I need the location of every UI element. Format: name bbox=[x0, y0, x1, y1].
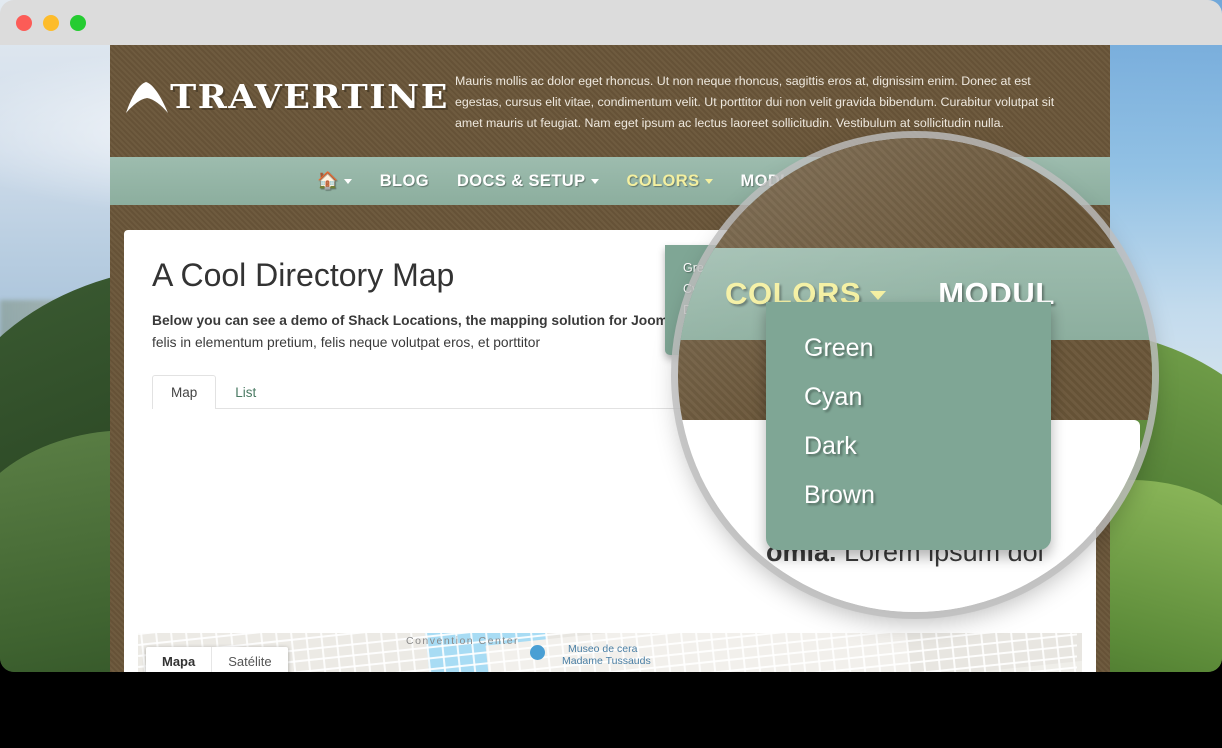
chevron-down-icon bbox=[870, 291, 887, 301]
window-controls bbox=[16, 15, 86, 31]
map-label: Convention Center bbox=[406, 635, 520, 647]
map-label: Museo de cera bbox=[568, 643, 638, 655]
map-type-mapa[interactable]: Mapa bbox=[146, 647, 211, 672]
magnified-dropdown-item-dark[interactable]: Dark bbox=[766, 422, 1051, 471]
mountain-logo-icon bbox=[126, 81, 168, 113]
zoom-button[interactable] bbox=[70, 15, 86, 31]
tab-map[interactable]: Map bbox=[152, 375, 217, 410]
tab-list[interactable]: List bbox=[216, 375, 275, 409]
nav-item-blog[interactable]: BLOG bbox=[366, 157, 443, 205]
map-type-satelite[interactable]: Satélite bbox=[211, 647, 287, 672]
site-logo-text: TRAVERTINE bbox=[170, 77, 450, 116]
map-label: Madame Tussauds bbox=[562, 655, 651, 667]
chevron-down-icon bbox=[590, 179, 599, 185]
chevron-down-icon bbox=[678, 291, 681, 301]
minimize-button[interactable] bbox=[43, 15, 59, 31]
magnifier-lens: COLORS MODUL omla. Lorem ipsum dol Green… bbox=[678, 138, 1152, 612]
nav-label-docs-setup: DOCS & SETUP bbox=[456, 172, 586, 190]
screenshot-stage: TRAVERTINE Mauris mollis ac dolor eget r… bbox=[0, 0, 1222, 748]
chevron-down-icon bbox=[343, 179, 352, 185]
home-icon: 🏠 bbox=[317, 171, 339, 190]
magnifier-content: COLORS MODUL omla. Lorem ipsum dol Green… bbox=[678, 138, 1152, 612]
page-intro-bold: Below you can see a demo of Shack Locati… bbox=[152, 313, 684, 329]
magnified-header-band bbox=[678, 138, 1152, 250]
magnified-dropdown: Green Cyan Dark Brown bbox=[766, 302, 1051, 550]
nav-item-docs-setup[interactable]: DOCS & SETUP bbox=[443, 157, 613, 205]
site-logo[interactable]: TRAVERTINE bbox=[124, 77, 447, 116]
google-map[interactable]: Mapa Satélite Convention Center Museo de … bbox=[138, 633, 1082, 672]
magnified-dropdown-item-cyan[interactable]: Cyan bbox=[766, 373, 1051, 422]
nav-item-home[interactable]: 🏠 bbox=[303, 157, 366, 205]
magnified-nav-caret-prev bbox=[678, 276, 681, 312]
magnified-dropdown-item-green[interactable]: Green bbox=[766, 324, 1051, 373]
nav-label-blog: BLOG bbox=[379, 172, 429, 190]
magnified-dropdown-item-brown[interactable]: Brown bbox=[766, 471, 1051, 520]
map-grid-line bbox=[933, 633, 965, 672]
close-button[interactable] bbox=[16, 15, 32, 31]
header-description: Mauris mollis ac dolor eget rhoncus. Ut … bbox=[455, 74, 1055, 130]
map-type-control: Mapa Satélite bbox=[146, 647, 288, 672]
window-titlebar bbox=[0, 0, 1222, 45]
page-bottom-mask bbox=[0, 672, 1222, 748]
map-poi-icon[interactable] bbox=[530, 645, 545, 660]
